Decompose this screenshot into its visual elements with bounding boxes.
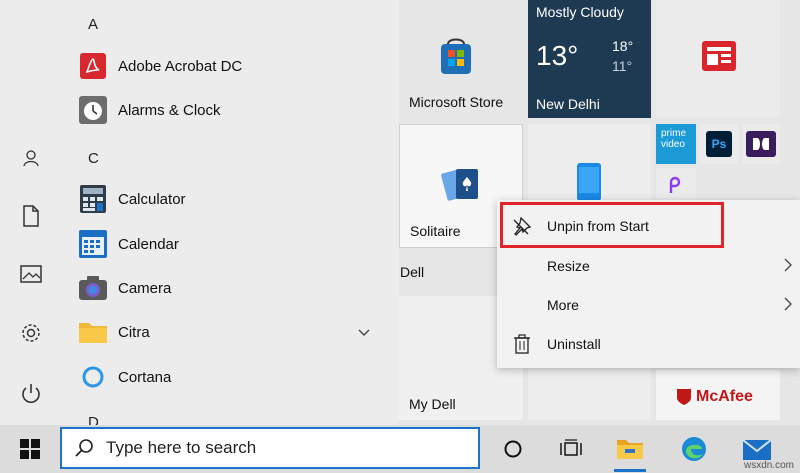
active-app-indicator: [614, 469, 646, 472]
photoshop-text: Ps: [711, 137, 727, 151]
highlight-box: [500, 202, 724, 248]
trash-icon: [497, 333, 547, 354]
settings-gear-icon[interactable]: [16, 318, 46, 348]
prime-text: prime: [661, 128, 687, 139]
tile-photoshop[interactable]: Ps: [699, 124, 739, 164]
menu-item-more[interactable]: More: [497, 285, 800, 324]
camera-icon: [78, 273, 108, 303]
tile-picsart[interactable]: [656, 168, 696, 200]
app-item-label: Camera: [118, 279, 172, 297]
menu-item-label: Uninstall: [547, 335, 601, 352]
mcafee-text: McAfee: [696, 388, 753, 405]
calendar-icon: [78, 229, 108, 259]
menu-item-label: More: [547, 296, 579, 313]
tile-microsoft-store[interactable]: Microsoft Store: [399, 0, 523, 118]
weather-city: New Delhi: [536, 96, 600, 112]
calculator-icon: [78, 184, 108, 214]
weather-temp: 13°: [536, 40, 579, 71]
chevron-down-icon[interactable]: [358, 324, 370, 342]
app-item-camera[interactable]: Camera: [78, 268, 388, 308]
acrobat-icon: [78, 51, 108, 81]
tile-dolby[interactable]: [742, 124, 780, 164]
cortana-icon: [78, 362, 108, 392]
taskbar-search-box[interactable]: Type here to search: [60, 427, 480, 469]
weather-condition: Mostly Cloudy: [536, 4, 624, 20]
app-item-label: Cortana: [118, 368, 172, 386]
dolby-icon: [746, 131, 776, 157]
picsart-icon: [668, 176, 682, 199]
app-item-adobe-acrobat[interactable]: Adobe Acrobat DC: [78, 46, 388, 86]
file-explorer-icon[interactable]: [614, 433, 646, 465]
weather-low: 11°: [612, 58, 633, 74]
menu-item-uninstall[interactable]: Uninstall: [497, 324, 800, 363]
app-item-calendar[interactable]: Calendar: [78, 224, 388, 264]
app-item-label: Calculator: [118, 190, 186, 208]
search-placeholder: Type here to search: [106, 438, 257, 457]
news-icon: [701, 40, 737, 77]
video-text: video: [661, 139, 685, 150]
group-label-dell[interactable]: Dell: [400, 264, 424, 280]
app-item-label: Calendar: [118, 235, 179, 253]
tile-label: Solitaire: [410, 223, 461, 239]
tile-weather[interactable]: Mostly Cloudy 13° 18° 11° New Delhi: [528, 0, 651, 118]
app-item-label: Alarms & Clock: [118, 101, 221, 119]
letter-header-c[interactable]: C: [88, 150, 99, 167]
user-icon[interactable]: [16, 143, 46, 173]
weather-high: 18°: [612, 38, 634, 54]
app-list: A Adobe Acrobat DC Alarms & Clock C Calc…: [62, 0, 399, 425]
app-item-cortana[interactable]: Cortana: [78, 357, 388, 397]
task-view-icon[interactable]: [555, 433, 587, 465]
folder-icon: [78, 317, 108, 347]
app-item-label: Citra: [118, 323, 150, 341]
cards-icon: [440, 165, 484, 210]
taskbar: Type here to search wsxdn.com: [0, 425, 800, 473]
edge-browser-icon[interactable]: [678, 433, 710, 465]
tile-label: Microsoft Store: [409, 94, 504, 110]
tile-label: My Dell: [409, 396, 456, 412]
power-icon[interactable]: [16, 379, 46, 409]
tile-mcafee[interactable]: McAfee: [656, 370, 780, 420]
pictures-icon[interactable]: [16, 259, 46, 289]
app-item-calculator[interactable]: Calculator: [78, 179, 388, 219]
chevron-right-icon: [784, 258, 792, 277]
mcafee-shield-icon: [676, 388, 692, 411]
search-icon: [62, 438, 106, 458]
menu-item-resize[interactable]: Resize: [497, 246, 800, 285]
cortana-circle-icon[interactable]: [497, 433, 529, 465]
app-item-alarms-clock[interactable]: Alarms & Clock: [78, 90, 388, 130]
letter-header-a[interactable]: A: [88, 16, 98, 33]
photoshop-icon: Ps: [706, 131, 732, 157]
menu-item-label: Resize: [547, 257, 590, 274]
store-bag-icon: [439, 36, 473, 81]
app-item-citra-folder[interactable]: Citra: [78, 312, 388, 352]
chevron-right-icon: [784, 297, 792, 316]
tile-news[interactable]: [656, 0, 780, 118]
watermark-text: wsxdn.com: [743, 460, 794, 471]
start-rail: [0, 0, 62, 425]
alarm-clock-icon: [78, 95, 108, 125]
tile-prime-video[interactable]: prime video: [656, 124, 696, 164]
documents-icon[interactable]: [16, 201, 46, 231]
windows-start-icon[interactable]: [14, 433, 46, 465]
app-item-label: Adobe Acrobat DC: [118, 57, 243, 75]
letter-header-d[interactable]: D: [88, 414, 99, 425]
